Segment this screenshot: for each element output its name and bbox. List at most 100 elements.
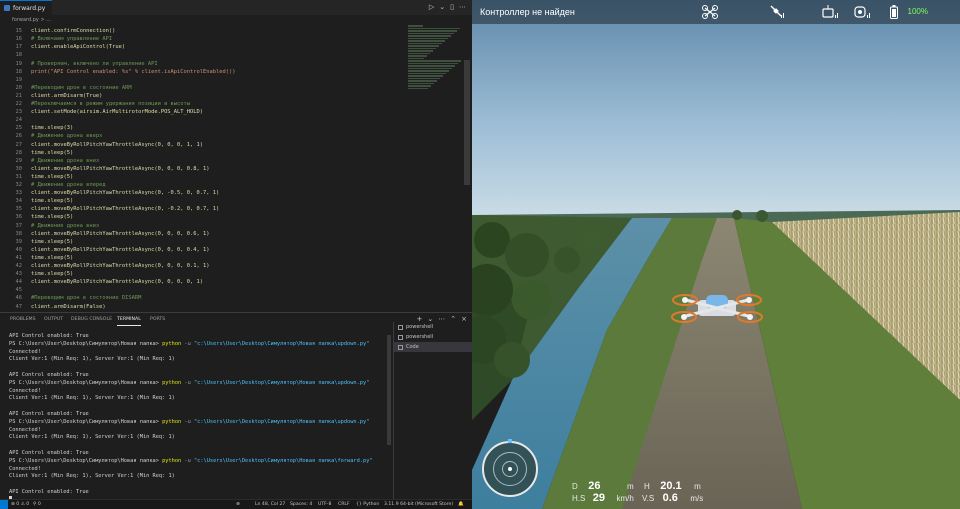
remote-indicator[interactable]: [0, 500, 8, 509]
split-editor-icon[interactable]: ▯: [450, 3, 454, 11]
terminal-item-powershell[interactable]: powershell: [394, 332, 472, 342]
language-mode[interactable]: {} Python: [356, 500, 379, 509]
code-line[interactable]: 23 client.setMode(airsim.AirMultirotorMod…: [0, 108, 460, 116]
horizontal-speed-unit: km/h: [616, 494, 634, 503]
horizontal-speed-label: H.S: [572, 494, 586, 503]
code-line[interactable]: 33 client.moveByRollPitchYawThrottleAsync…: [0, 189, 460, 197]
cursor-position[interactable]: Ln 48, Col 27: [255, 500, 285, 509]
terminal-output-line: Client Ver:1 (Min Req: 1), Server Ver:1 …: [9, 473, 175, 480]
zoom-icon[interactable]: ⊕: [236, 500, 240, 509]
minimap[interactable]: [408, 25, 464, 95]
line-number: 37: [15, 222, 23, 229]
terminal-list: powershell powershell Code: [393, 322, 472, 499]
code-line[interactable]: 24: [0, 116, 460, 124]
code-line[interactable]: 30 client.moveByRollPitchYawThrottleAsync…: [0, 165, 460, 173]
vertical-speed-value: 0.6: [662, 492, 678, 504]
controller-status: Контроллер не найден: [480, 7, 575, 17]
python-interpreter[interactable]: 3.11.9 64-bit (Microsoft Store): [384, 500, 453, 509]
code-text: #Переводим дрон в состояние ARM: [31, 84, 132, 91]
terminal-cmd: python: [162, 379, 182, 386]
line-number: 39: [15, 238, 23, 245]
breadcrumb[interactable]: forward.py > ...: [0, 15, 472, 25]
code-line[interactable]: 34 time.sleep(5): [0, 197, 460, 205]
terminal-prompt: PS C:\Users\User\Desktop\Симулятор\Новая…: [9, 340, 163, 347]
code-text: time.sleep(5): [31, 214, 74, 221]
terminal-output-line: API Control enabled: True: [9, 450, 89, 456]
code-text: time.sleep(5): [31, 238, 74, 245]
code-line[interactable]: 40 client.moveByRollPitchYawThrottleAsync…: [0, 246, 460, 254]
vscode-window: forward.py ▷ ⌄ ▯ ⋯ forward.py > ... 14# …: [0, 0, 472, 509]
terminal-output-line: Connected!: [9, 465, 41, 472]
terminal-path: "c:\Users\User\Desktop\Симулятор\Новая п…: [193, 457, 373, 464]
line-number: 42: [15, 263, 23, 269]
line-number: 47: [15, 303, 23, 310]
code-line[interactable]: 31 time.sleep(5): [0, 173, 460, 181]
encoding[interactable]: UTF-8: [318, 500, 331, 509]
code-line[interactable]: 27 client.moveByRollPitchYawThrottleAsync…: [0, 141, 460, 149]
code-line[interactable]: 44 client.moveByRollPitchYawThrottleAsync…: [0, 278, 460, 286]
run-icon[interactable]: ▷: [429, 3, 434, 11]
code-line[interactable]: 26 # Движение дрона вверх: [0, 132, 460, 140]
code-line[interactable]: 19: [0, 76, 460, 84]
indentation[interactable]: Spaces: 4: [290, 500, 312, 509]
drone-icon[interactable]: [702, 5, 718, 19]
code-text: client.moveByRollPitchYawThrottleAsync(0…: [31, 190, 220, 197]
code-text: client.setMode(airsim.AirMultirotorMode.…: [31, 109, 204, 116]
line-number: 22: [15, 101, 23, 107]
problems-count[interactable]: ⊗ 0 ⚠ 0: [11, 500, 29, 509]
line-number: 21: [15, 92, 23, 99]
terminal-icon: [398, 324, 403, 330]
code-line[interactable]: 37 # Движение дрона вниз: [0, 222, 460, 230]
terminal-output-line: Client Ver:1 (Min Req: 1), Server Ver:1 …: [9, 395, 175, 402]
ports-count[interactable]: ⚲ 0: [33, 500, 41, 509]
status-bar: ⊗ 0 ⚠ 0 ⚲ 0 ⊕ Ln 48, Col 27 Spaces: 4 UT…: [0, 499, 472, 509]
terminal-output[interactable]: API Control enabled: True PS C:\Users\Use…: [0, 325, 388, 499]
vertical-speed-unit: m/s: [690, 494, 704, 503]
terminal-path: "c:\Users\User\Desktop\Симулятор\Новая п…: [193, 340, 370, 347]
camera-signal-icon: [854, 6, 870, 18]
terminal-item-code[interactable]: Code: [394, 342, 472, 352]
terminal-scrollbar[interactable]: [387, 335, 391, 445]
code-text: client.moveByRollPitchYawThrottleAsync(0…: [31, 165, 210, 172]
code-line[interactable]: 41 time.sleep(5): [0, 254, 460, 262]
code-text: print("API Control enabled: %s" % client…: [31, 68, 236, 75]
line-number: 20: [15, 84, 23, 91]
code-line[interactable]: 43 time.sleep(5): [0, 270, 460, 278]
code-line[interactable]: 47 client.armDisarm(False): [0, 303, 460, 311]
terminal-path: "c:\Users\User\Desktop\Симулятор\Новая п…: [193, 418, 370, 425]
code-line[interactable]: 39 time.sleep(5): [0, 238, 460, 246]
code-line[interactable]: 42 client.moveByRollPitchYawThrottleAsync…: [0, 262, 460, 270]
line-number: 34: [15, 198, 23, 205]
code-line[interactable]: 18 print("API Control enabled: %s" % clie…: [0, 68, 460, 76]
chevron-down-icon[interactable]: ⌄: [439, 3, 445, 11]
code-line[interactable]: 25 time.sleep(3): [0, 124, 460, 132]
more-icon[interactable]: ⋯: [459, 3, 466, 11]
code-line[interactable]: 45: [0, 286, 460, 294]
code-line[interactable]: 22 #Переключаемся в режим удержания позиц…: [0, 100, 460, 108]
code-line[interactable]: 46 #Переводим дрон в состояние DISARM: [0, 294, 460, 302]
code-line[interactable]: 18: [0, 51, 460, 59]
code-text: #Переключаемся в режим удержания позиции…: [31, 101, 191, 107]
code-line[interactable]: 36 time.sleep(5): [0, 213, 460, 221]
line-number: 35: [15, 206, 23, 213]
code-line[interactable]: 38 client.moveByRollPitchYawThrottleAsync…: [0, 230, 460, 238]
terminal-command-line: PS C:\Users\User\Desktop\Симулятор\Новая…: [9, 379, 369, 387]
tab-forward-py[interactable]: forward.py: [0, 0, 52, 15]
code-line[interactable]: 15 client.confirmConnection(): [0, 27, 460, 35]
code-line[interactable]: 19 # Проверяем, включено ли управление AP…: [0, 60, 460, 68]
code-line[interactable]: 28 time.sleep(5): [0, 149, 460, 157]
editor-scrollbar[interactable]: [464, 60, 470, 185]
code-editor[interactable]: 14# Подтверждаем соединение с симуляторо…: [0, 25, 472, 310]
code-line[interactable]: 32 # Движение дрона вперед: [0, 181, 460, 189]
line-number: 40: [15, 246, 23, 253]
code-text: time.sleep(5): [31, 271, 74, 278]
terminal-item-powershell[interactable]: powershell: [394, 322, 472, 332]
line-ending[interactable]: CRLF: [338, 500, 350, 509]
bell-icon[interactable]: 🔔: [458, 500, 464, 509]
code-line[interactable]: 20 #Переводим дрон в состояние ARM: [0, 84, 460, 92]
code-line[interactable]: 17 client.enableApiControl(True): [0, 43, 460, 51]
code-line[interactable]: 16 # Включаем управление API: [0, 35, 460, 43]
code-line[interactable]: 29 # Движение дрона вниз: [0, 157, 460, 165]
code-line[interactable]: 35 client.moveByRollPitchYawThrottleAsync…: [0, 205, 460, 213]
code-line[interactable]: 21 client.armDisarm(True): [0, 92, 460, 100]
